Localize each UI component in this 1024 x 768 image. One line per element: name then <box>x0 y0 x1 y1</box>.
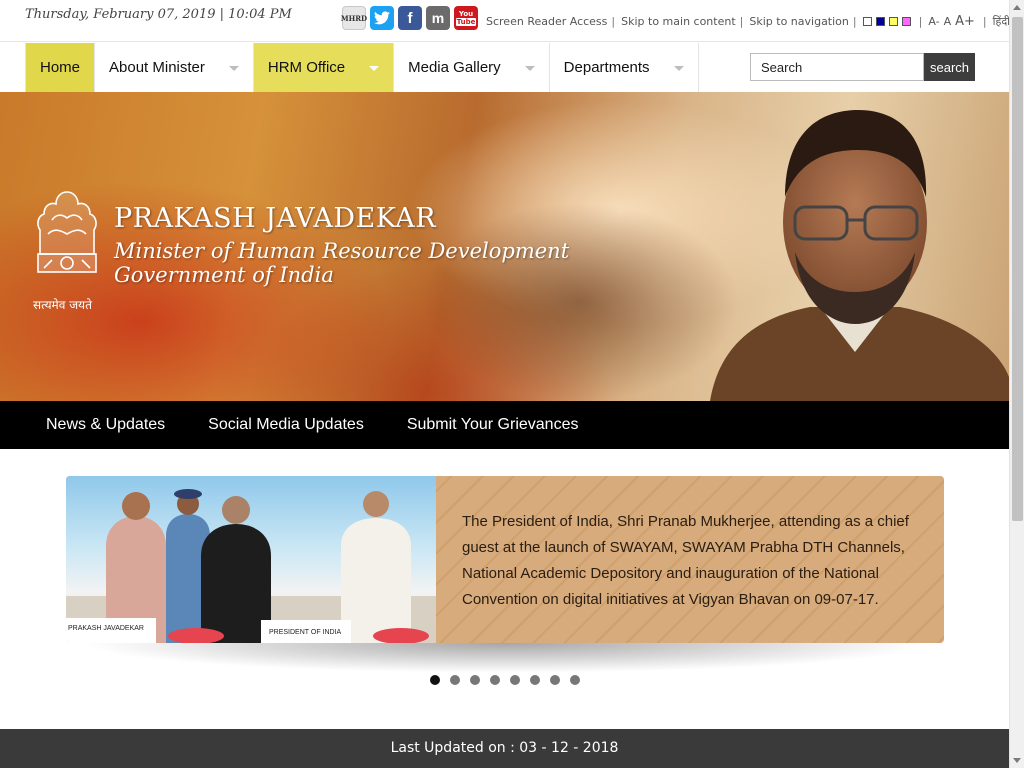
scroll-up-arrow-icon[interactable] <box>1013 5 1021 10</box>
minister-title-line1: Minister of Human Resource Development <box>114 239 570 263</box>
twitter-icon[interactable] <box>370 6 394 30</box>
youtube-icon[interactable]: You Tube <box>454 6 478 30</box>
subnav-submit-grievances[interactable]: Submit Your Grievances <box>407 416 579 434</box>
caret-down-icon <box>673 66 684 71</box>
slide-caption: The President of India, Shri Pranab Mukh… <box>462 513 909 608</box>
search-input[interactable] <box>750 53 924 81</box>
slider-dot[interactable] <box>470 675 480 685</box>
minister-title-line2: Government of India <box>114 263 334 287</box>
search-form: search <box>750 53 975 81</box>
date-time: Thursday, February 07, 2019 | 10:04 PM <box>25 7 292 22</box>
footer-last-updated: Last Updated on : 03 - 12 - 2018 <box>0 729 1009 768</box>
separator: | <box>982 15 987 28</box>
nav-about-minister[interactable]: About Minister <box>95 43 254 92</box>
twitter-bird-glyph <box>374 11 390 25</box>
separator: | <box>739 15 744 28</box>
font-decrease-button[interactable]: A- <box>928 15 939 28</box>
slider-dot[interactable] <box>530 675 540 685</box>
screen-reader-link[interactable]: Screen Reader Access <box>486 15 607 28</box>
nav-label: HRM Office <box>267 59 346 76</box>
youtube-label-top: You <box>458 10 474 18</box>
caret-down-icon <box>228 66 239 71</box>
font-normal-button[interactable]: A <box>944 15 952 28</box>
minister-title: Minister of Human Resource Development G… <box>114 239 569 287</box>
slider-dot[interactable] <box>570 675 580 685</box>
emblem-motto: सत्यमेव जयते <box>33 298 92 312</box>
slider-dot[interactable] <box>450 675 460 685</box>
nav-label: About Minister <box>109 59 205 76</box>
nameplate-center: PRESIDENT OF INDIA <box>269 629 342 636</box>
background-shade <box>420 202 740 401</box>
search-button[interactable]: search <box>924 53 975 81</box>
separator: | <box>918 15 923 28</box>
mhrd-logo-icon[interactable]: MHRD <box>341 6 367 30</box>
m-logo-icon[interactable]: m <box>426 6 450 30</box>
page: Thursday, February 07, 2019 | 10:04 PM M… <box>0 0 1024 768</box>
slider-shadow <box>80 643 930 673</box>
secondary-navigation: News & Updates Social Media Updates Subm… <box>0 401 1009 449</box>
top-utility-bar: Thursday, February 07, 2019 | 10:04 PM M… <box>0 0 1020 42</box>
nav-media-gallery[interactable]: Media Gallery <box>394 43 550 92</box>
accessibility-links: Screen Reader Access | Skip to main cont… <box>486 14 1020 29</box>
theme-blue-swatch[interactable] <box>875 17 885 26</box>
slider-dot[interactable] <box>430 675 440 685</box>
main-nav-items: Home About Minister HRM Office Media Gal… <box>25 43 699 92</box>
national-emblem-icon <box>37 191 97 273</box>
nav-label: Home <box>40 59 81 76</box>
font-increase-button[interactable]: A+ <box>955 14 975 29</box>
youtube-label-bottom: Tube <box>455 18 477 26</box>
event-photo-image: PRAKASH JAVADEKAR PRESIDENT OF INDIA <box>66 489 438 643</box>
caret-down-icon <box>369 66 380 71</box>
scroll-thumb[interactable] <box>1012 17 1023 521</box>
nav-hrm-office[interactable]: HRM Office <box>253 43 395 92</box>
slider-pagination <box>430 675 580 685</box>
theme-pink-swatch[interactable] <box>901 17 911 26</box>
separator: | <box>611 15 616 28</box>
skip-main-content-link[interactable]: Skip to main content <box>621 15 736 28</box>
facebook-icon[interactable]: f <box>398 6 422 30</box>
slide-photo: PRAKASH JAVADEKAR PRESIDENT OF INDIA <box>66 476 438 643</box>
theme-yellow-swatch[interactable] <box>888 17 898 26</box>
nav-home[interactable]: Home <box>26 43 96 92</box>
social-links: MHRD f m You Tube <box>341 6 478 30</box>
nav-label: Media Gallery <box>408 59 501 76</box>
minister-portrait-image <box>710 110 1009 401</box>
skip-navigation-link[interactable]: Skip to navigation <box>749 15 849 28</box>
subnav-news-updates[interactable]: News & Updates <box>46 416 165 434</box>
minister-name: PRAKASH JAVADEKAR <box>114 203 437 234</box>
vertical-scrollbar[interactable] <box>1009 0 1024 768</box>
nav-label: Departments <box>563 59 650 76</box>
slider-dot[interactable] <box>490 675 500 685</box>
caret-down-icon <box>524 66 535 71</box>
theme-white-swatch[interactable] <box>862 17 872 26</box>
main-navigation: Home About Minister HRM Office Media Gal… <box>0 43 1009 92</box>
nav-departments[interactable]: Departments <box>550 43 699 92</box>
subnav-social-media-updates[interactable]: Social Media Updates <box>208 416 364 434</box>
slider-dot[interactable] <box>550 675 560 685</box>
nameplate-left: PRAKASH JAVADEKAR <box>68 625 144 632</box>
hero-banner: सत्यमेव जयते PRAKASH JAVADEKAR Minister … <box>0 92 1009 401</box>
image-slider[interactable]: PRAKASH JAVADEKAR PRESIDENT OF INDIA The… <box>66 476 944 643</box>
scroll-down-arrow-icon[interactable] <box>1013 758 1021 763</box>
separator: | <box>852 15 857 28</box>
slider-dot[interactable] <box>510 675 520 685</box>
